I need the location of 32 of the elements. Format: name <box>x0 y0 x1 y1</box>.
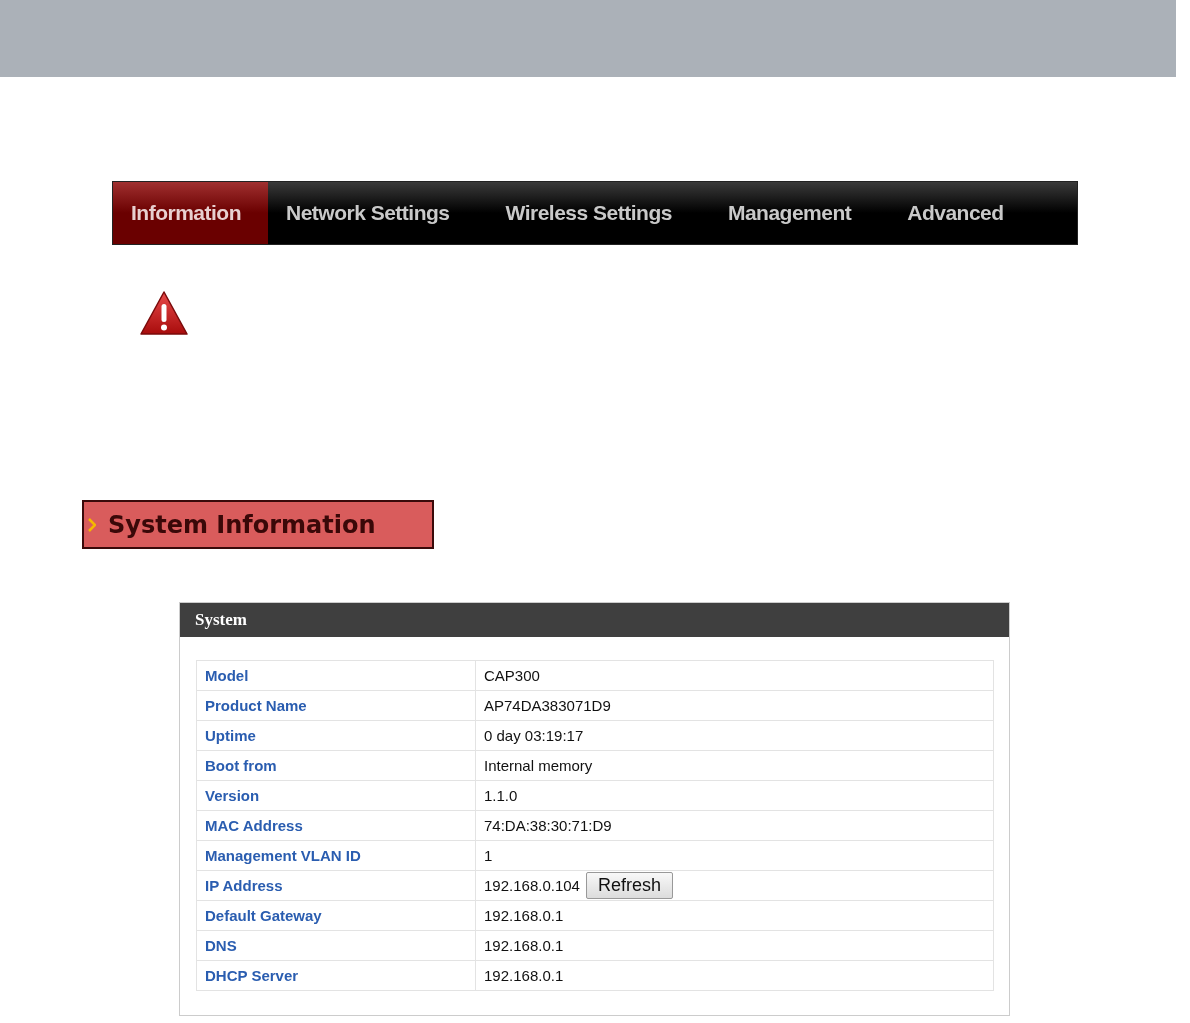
refresh-button[interactable]: Refresh <box>585 872 673 899</box>
field-value: 0 day 03:19:17 <box>484 727 584 744</box>
nav-tab[interactable]: Network Settings <box>268 182 477 244</box>
field-value: 192.168.0.1 <box>484 967 564 984</box>
field-value: 1 <box>484 847 493 864</box>
field-label: Version <box>196 780 476 811</box>
field-value: CAP300 <box>484 667 540 684</box>
field-label: Default Gateway <box>196 900 476 931</box>
nav-tab[interactable]: Management <box>709 182 879 244</box>
field-value: AP74DA383071D9 <box>484 697 611 714</box>
field-value: 1.1.0 <box>484 787 518 804</box>
nav-tab[interactable]: Wireless Settings <box>487 182 699 244</box>
field-value: Internal memory <box>484 757 593 774</box>
warning-icon <box>139 290 189 338</box>
field-value: 192.168.0.1 <box>484 907 564 924</box>
field-value: 74:DA:38:30:71:D9 <box>484 817 612 834</box>
field-value: 192.168.0.1 <box>484 937 564 954</box>
section-title: System Information <box>108 510 376 539</box>
field-label: Boot from <box>196 750 476 781</box>
field-label: Product Name <box>196 690 476 721</box>
field-value: 192.168.0.104 <box>484 877 580 894</box>
field-label: Management VLAN ID <box>196 840 476 871</box>
field-label: IP Address <box>196 870 476 901</box>
field-label: DNS <box>196 930 476 961</box>
field-label: MAC Address <box>196 810 476 841</box>
field-label: Uptime <box>196 720 476 751</box>
field-label: DHCP Server <box>196 960 476 991</box>
field-label: Model <box>196 660 476 691</box>
chevron-icon <box>88 517 96 532</box>
nav-tab[interactable]: Advanced <box>889 182 1031 244</box>
panel-title: System <box>180 603 1009 637</box>
nav-tab[interactable]: Information <box>113 182 268 244</box>
